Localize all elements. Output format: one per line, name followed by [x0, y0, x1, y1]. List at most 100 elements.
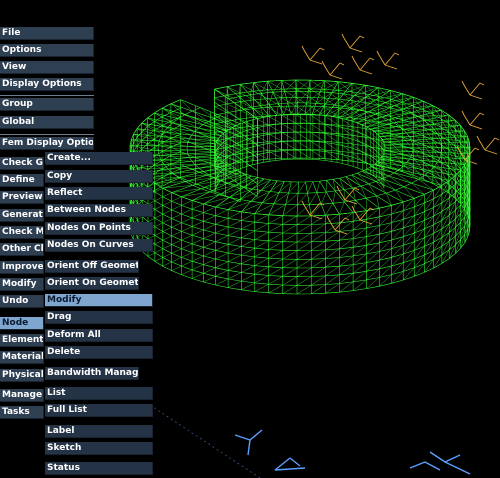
node-submenu-item-status[interactable]: Status	[45, 462, 153, 475]
mesh-diagonal-line	[295, 123, 311, 133]
mesh-diagonal-line	[162, 218, 172, 223]
mesh-diagonal-line	[382, 112, 412, 118]
main-menu-item-improve[interactable]: Improve	[0, 261, 44, 274]
axis-line	[247, 439, 251, 456]
mesh-diagonal-line	[460, 142, 465, 157]
main-menu-item-element[interactable]: Element	[0, 334, 44, 347]
axis-line	[289, 457, 301, 467]
mesh-diagonal-line	[464, 130, 468, 146]
coordinate-axes-icon	[149, 404, 471, 478]
mesh-diagonal-line	[296, 285, 312, 295]
main-menu-item-physical[interactable]: Physical	[0, 369, 44, 382]
mesh-diagonal-line	[228, 211, 242, 219]
constraint-marker	[351, 205, 375, 225]
mesh-diagonal-line	[311, 232, 326, 243]
main-menu-item-undo[interactable]: Undo	[0, 295, 44, 308]
mesh-diagonal-line	[171, 239, 182, 245]
mesh-diagonal-line	[228, 254, 242, 262]
mesh-diagonal-line	[366, 260, 380, 272]
main-menu-item-group[interactable]: Group	[0, 98, 94, 111]
mesh-diagonal-line	[228, 228, 242, 236]
mesh-diagonal-line	[325, 240, 340, 251]
mesh-diagonal-line	[171, 257, 182, 263]
mesh-diagonal-line	[296, 224, 312, 234]
main-menu-item-define[interactable]: Define	[0, 174, 44, 187]
mesh-diagonal-line	[325, 214, 340, 225]
mesh-diagonal-line	[296, 259, 312, 269]
main-menu-item-node[interactable]: Node	[0, 317, 44, 330]
mesh-diagonal-line	[454, 137, 461, 152]
mesh-diagonal-line	[241, 222, 255, 230]
main-menu-item-global[interactable]: Global	[0, 116, 94, 129]
main-menu-item-display-options[interactable]: Display Options	[0, 78, 94, 91]
mesh-diagonal-line	[147, 252, 155, 257]
node-submenu-item-list[interactable]: List	[45, 387, 153, 400]
main-menu-item-other-ch[interactable]: Other Ch	[0, 243, 44, 256]
main-menu-item-check-ge[interactable]: Check Ge	[0, 157, 44, 170]
mesh-diagonal-line	[187, 153, 217, 156]
mesh-diagonal-line	[460, 225, 465, 240]
node-submenu-item-drag[interactable]: Drag	[45, 311, 153, 324]
node-submenu-item-sketch[interactable]: Sketch	[45, 442, 153, 455]
mesh-diagonal-line	[227, 112, 241, 120]
mesh-diagonal-line	[409, 136, 440, 139]
node-submenu-item-create[interactable]: Create...	[45, 152, 153, 165]
mesh-diagonal-line	[254, 232, 269, 240]
mesh-diagonal-line	[137, 216, 143, 221]
mesh-diagonal-line	[254, 266, 269, 275]
node-submenu-item-nodes-on-curves[interactable]: Nodes On Curves	[45, 239, 153, 252]
mesh-diagonal-line	[309, 123, 325, 133]
mesh-diagonal-line	[276, 103, 279, 116]
node-submenu-item-bandwidth-manage[interactable]: Bandwidth Manage	[45, 367, 139, 380]
constraint-marker	[376, 50, 400, 70]
mesh-diagonal-line	[379, 274, 392, 287]
mesh-diagonal-line	[379, 222, 392, 235]
mesh-diagonal-line	[215, 244, 229, 251]
mesh-diagonal-line	[449, 244, 456, 259]
mesh-diagonal-line	[455, 204, 461, 219]
main-menu-item-fem-display-options[interactable]: Fem Display Options	[0, 137, 94, 150]
mesh-diagonal-line	[203, 206, 216, 213]
main-menu-item-check-m[interactable]: Check M	[0, 226, 44, 239]
mesh-diagonal-line	[162, 201, 172, 206]
mesh-diagonal-line	[308, 80, 325, 92]
node-submenu-item-modify[interactable]: Modify	[45, 294, 153, 307]
node-submenu-item-label[interactable]: Label	[45, 425, 153, 438]
node-submenu-item-deform-all[interactable]: Deform All	[45, 329, 153, 342]
main-menu-item-materials[interactable]: Materials	[0, 351, 44, 364]
mesh-diagonal-line	[268, 276, 283, 285]
mesh-diagonal-line	[203, 276, 216, 283]
mesh-diagonal-line	[203, 197, 230, 205]
mesh-diagonal-line	[162, 235, 172, 241]
mesh-diagonal-line	[311, 275, 326, 286]
constraint-marker	[476, 135, 500, 155]
mesh-diagonal-line	[249, 94, 252, 108]
menu-separator	[0, 134, 94, 135]
mesh-diagonal-line	[228, 263, 242, 271]
main-menu-item-view[interactable]: View	[0, 61, 94, 74]
mesh-diagonal-line	[228, 272, 242, 280]
main-menu-item-tasks[interactable]: Tasks	[0, 406, 44, 419]
node-submenu-item-orient-off-geometry[interactable]: Orient Off Geometry	[45, 260, 139, 273]
mesh-diagonal-line	[268, 232, 283, 241]
node-submenu-item-reflect[interactable]: Reflect	[45, 187, 153, 200]
node-submenu-item-orient-on-geometry[interactable]: Orient On Geometry	[45, 277, 139, 290]
node-submenu-item-nodes-on-points[interactable]: Nodes On Points	[45, 222, 153, 235]
mesh-diagonal-line	[365, 128, 379, 140]
mesh-diagonal-line	[354, 87, 379, 96]
mesh-diagonal-line	[448, 123, 456, 138]
mesh-diagonal-line	[181, 226, 193, 232]
mesh-diagonal-line	[290, 102, 298, 115]
main-menu-item-options[interactable]: Options	[0, 44, 94, 57]
mesh-diagonal-line	[162, 227, 172, 232]
main-menu-item-preview[interactable]: Preview	[0, 191, 44, 204]
node-submenu-item-delete[interactable]: Delete	[45, 346, 153, 359]
mesh-diagonal-line	[254, 275, 269, 284]
main-menu-item-generate[interactable]: Generate	[0, 209, 44, 222]
node-submenu-item-copy[interactable]: Copy	[45, 170, 153, 183]
main-menu-item-file[interactable]: File	[0, 27, 94, 40]
node-submenu-item-full-list[interactable]: Full List	[45, 404, 153, 417]
main-menu-item-manage[interactable]: Manage	[0, 389, 44, 402]
node-submenu-item-between-nodes[interactable]: Between Nodes	[45, 204, 153, 217]
main-menu-item-modify[interactable]: Modify	[0, 278, 44, 291]
